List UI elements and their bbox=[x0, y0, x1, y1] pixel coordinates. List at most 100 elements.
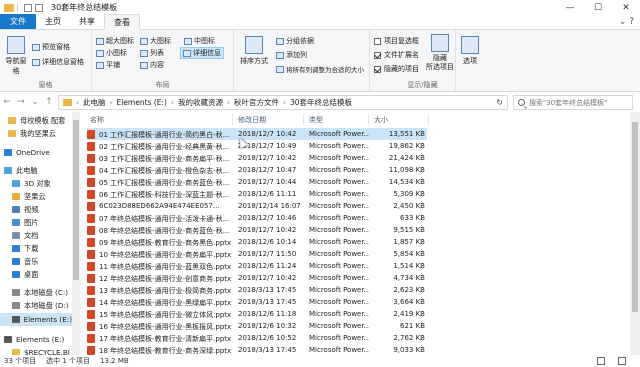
ribbon-expand-icon[interactable]: ⌄ ? bbox=[619, 17, 634, 27]
file-row[interactable]: 04 工作汇报模板-通用行业-橙色杂志-秋... 2018/12/7 10:47 M… bbox=[87, 164, 427, 176]
nav-item[interactable]: 音乐 bbox=[0, 255, 72, 268]
breadcrumb-this-pc[interactable]: 此电脑 bbox=[83, 97, 106, 108]
file-list: 名称 修改日期 类型 大小 01 工作汇报模板-通用行业-简约黑白-秋... 20… bbox=[80, 112, 630, 355]
hide-selected-button[interactable]: 隐藏 所选项目 bbox=[426, 34, 454, 72]
nav-item[interactable]: 本地磁盘 (D:) bbox=[0, 299, 72, 312]
forward-button[interactable]: → bbox=[14, 97, 28, 107]
column-name[interactable]: 名称 bbox=[90, 115, 104, 125]
nav-item[interactable]: 我的坚果云 bbox=[0, 127, 72, 140]
nav-item[interactable]: 3D 对象 bbox=[0, 177, 72, 190]
layout-content[interactable]: 内容 bbox=[140, 60, 164, 70]
nav-item[interactable]: Elements (E:) bbox=[0, 313, 72, 326]
file-row[interactable]: 17 年终总结模板-教育行业-清新扁平.pptx 2018/12/6 10:52 M… bbox=[87, 332, 427, 344]
group-by-button[interactable]: 分组依据 bbox=[276, 36, 314, 46]
column-divider[interactable] bbox=[428, 114, 429, 125]
file-row[interactable]: 07 年终总结模板-通用行业-活泼卡通-秋... 2018/12/7 10:46 M… bbox=[87, 212, 427, 224]
file-row[interactable]: 15 年终总结模板-通用行业-微立体风.pptx 2018/12/6 11:18 M… bbox=[87, 308, 427, 320]
file-row[interactable]: 14 年终总结模板-通用行业-黑绿扁平.pptx 2018/3/13 17:45 M… bbox=[87, 296, 427, 308]
nav-item[interactable]: Elements (E:) bbox=[0, 333, 72, 346]
column-size[interactable]: 大小 bbox=[374, 115, 388, 125]
item-checkbox-toggle[interactable]: 项目复选框 bbox=[374, 36, 419, 46]
preview-pane-button[interactable]: 预览窗格 bbox=[32, 42, 70, 52]
file-row[interactable]: 08 年终总结模板-通用行业-商务蓝色-秋... 2018/12/7 10:42 M… bbox=[87, 224, 427, 236]
tab-file[interactable]: 文件 bbox=[0, 14, 36, 29]
layout-xl-icons[interactable]: 超大图标 bbox=[96, 36, 134, 46]
breadcrumb-current[interactable]: 30套年终总结模板 bbox=[290, 97, 352, 108]
file-row[interactable]: 05 工作汇报模板-通用行业-商务蓝色-秋... 2018/12/7 10:44 M… bbox=[87, 176, 427, 188]
close-button[interactable]: ✕ bbox=[612, 0, 640, 15]
nav-scrollbar[interactable] bbox=[72, 112, 80, 355]
maximize-button[interactable]: ☐ bbox=[584, 0, 612, 15]
layout-label: 大图标 bbox=[150, 37, 171, 45]
column-divider[interactable] bbox=[368, 114, 369, 125]
search-input[interactable]: 搜索"30套年终总结模板" bbox=[513, 95, 633, 110]
file-ext-toggle[interactable]: 文件扩展名 bbox=[374, 50, 419, 60]
nav-item[interactable]: 此电脑 bbox=[0, 164, 72, 177]
nav-item[interactable]: OneDrive bbox=[0, 146, 72, 159]
options-button[interactable]: 选项 bbox=[460, 36, 480, 66]
layout-tiles[interactable]: 平铺 bbox=[96, 60, 120, 70]
nav-item[interactable]: 母校模板 配套 bbox=[0, 114, 72, 127]
nav-item[interactable]: 下载 bbox=[0, 242, 72, 255]
file-row[interactable]: 10 年终总结模板-通用行业-商务扁平.pptx 2018/12/7 11:50 M… bbox=[87, 248, 427, 260]
file-list-scrollbar[interactable] bbox=[630, 112, 640, 355]
nav-item-icon bbox=[12, 289, 20, 296]
tab-view[interactable]: 查看 bbox=[104, 14, 140, 30]
file-date: 2018/12/7 10:42 bbox=[238, 130, 297, 138]
add-column-button[interactable]: 添加列 bbox=[276, 50, 307, 60]
file-row[interactable]: 01 工作汇报模板-通用行业-简约黑白-秋... 2018/12/7 10:42 M… bbox=[87, 128, 427, 140]
file-row[interactable]: 11 年终总结模板-通用行业-蓝黑双色.pptx 2018/12/6 11:24 M… bbox=[87, 260, 427, 272]
layout-list[interactable]: 列表 bbox=[140, 48, 164, 58]
large-icons-view-icon[interactable] bbox=[618, 357, 626, 365]
details-pane-button[interactable]: 详细信息窗格 bbox=[32, 57, 84, 67]
file-row[interactable]: 06 工作汇报模板-科技行业-深蓝主题-秋... 2018/12/6 11:11 M… bbox=[87, 188, 427, 200]
up-button[interactable]: ↑ bbox=[42, 97, 56, 107]
back-button[interactable]: ← bbox=[0, 97, 14, 107]
layout-small-icons[interactable]: 小图标 bbox=[96, 48, 127, 58]
file-row[interactable]: 03 工作汇报模板-通用行业-商务扁平-秋... 2018/12/7 10:42 M… bbox=[87, 152, 427, 164]
file-row[interactable]: 02 工作汇报模板-通用行业-经典黑黄-秋... 2018/12/7 10:49 M… bbox=[87, 140, 427, 152]
column-divider[interactable] bbox=[303, 114, 304, 125]
nav-item[interactable]: 坚果云 bbox=[0, 190, 72, 203]
refresh-icon[interactable]: ↻ bbox=[496, 98, 503, 107]
breadcrumb-drive[interactable]: Elements (E:) bbox=[117, 98, 167, 107]
file-row[interactable]: 09 年终总结模板-教育行业-商务黑色.pptx 2018/12/6 10:14 M… bbox=[87, 236, 427, 248]
sort-by-button[interactable]: 排序方式 bbox=[238, 36, 270, 66]
tab-home[interactable]: 主页 bbox=[36, 14, 70, 29]
file-row[interactable]: 6C023D88ED662A94E474EE057... 2018/12/14 1… bbox=[87, 200, 427, 212]
layout-label: 详细信息 bbox=[193, 49, 221, 57]
file-row[interactable]: 13 年终总结模板-通用行业-极简商务.pptx 2018/3/13 17:45 M… bbox=[87, 284, 427, 296]
nav-item[interactable]: 本地磁盘 (C:) bbox=[0, 286, 72, 299]
address-bar[interactable]: › 此电脑 › Elements (E:) › 我的收藏资源 › 秋叶官方文件 … bbox=[58, 95, 508, 110]
scrollbar-thumb[interactable] bbox=[73, 120, 79, 280]
file-type: Microsoft Power... bbox=[309, 178, 369, 186]
minimize-button[interactable]: — bbox=[556, 0, 584, 15]
nav-item[interactable]: 桌面 bbox=[0, 268, 72, 281]
column-date[interactable]: 修改日期 bbox=[238, 115, 266, 125]
column-divider[interactable] bbox=[232, 114, 233, 125]
nav-item[interactable]: 图片 bbox=[0, 216, 72, 229]
tab-share[interactable]: 共享 bbox=[70, 14, 104, 29]
layout-large-icons[interactable]: 大图标 bbox=[140, 36, 171, 46]
file-date: 2018/12/7 10:42 bbox=[238, 154, 297, 162]
file-row[interactable]: 12 年终总结模板-通用行业-创意商务.pptx 2018/12/7 10:42 M… bbox=[87, 272, 427, 284]
quick-access-properties-icon[interactable] bbox=[24, 3, 32, 12]
layout-medium-icons[interactable]: 中图标 bbox=[184, 36, 215, 46]
fit-columns-button[interactable]: 将所有列调整为合适的大小 bbox=[276, 64, 364, 74]
breadcrumb-collection[interactable]: 我的收藏资源 bbox=[178, 97, 223, 108]
nav-item[interactable]: 视频 bbox=[0, 203, 72, 216]
file-size: 2,419 KB bbox=[393, 310, 425, 318]
details-view-icon[interactable] bbox=[597, 357, 605, 365]
column-type[interactable]: 类型 bbox=[309, 115, 323, 125]
file-row[interactable]: 16 年终总结模板-通用行业-黑板报风.pptx 2018/12/6 10:32 M… bbox=[87, 320, 427, 332]
nav-pane-button[interactable]: 导航窗格 bbox=[4, 36, 28, 76]
breadcrumb-official[interactable]: 秋叶官方文件 bbox=[234, 97, 279, 108]
nav-item[interactable]: $RECYCLE.BI bbox=[0, 346, 72, 355]
recent-locations-button[interactable]: ⌄ bbox=[28, 97, 42, 107]
quick-access-new-folder-icon[interactable] bbox=[35, 3, 43, 12]
scrollbar-thumb[interactable] bbox=[632, 122, 638, 312]
hidden-items-toggle[interactable]: 隐藏的项目 bbox=[374, 64, 419, 74]
layout-details[interactable]: 详细信息 bbox=[180, 47, 224, 59]
checkbox-checked-icon bbox=[374, 51, 381, 59]
nav-item[interactable]: 文档 bbox=[0, 229, 72, 242]
